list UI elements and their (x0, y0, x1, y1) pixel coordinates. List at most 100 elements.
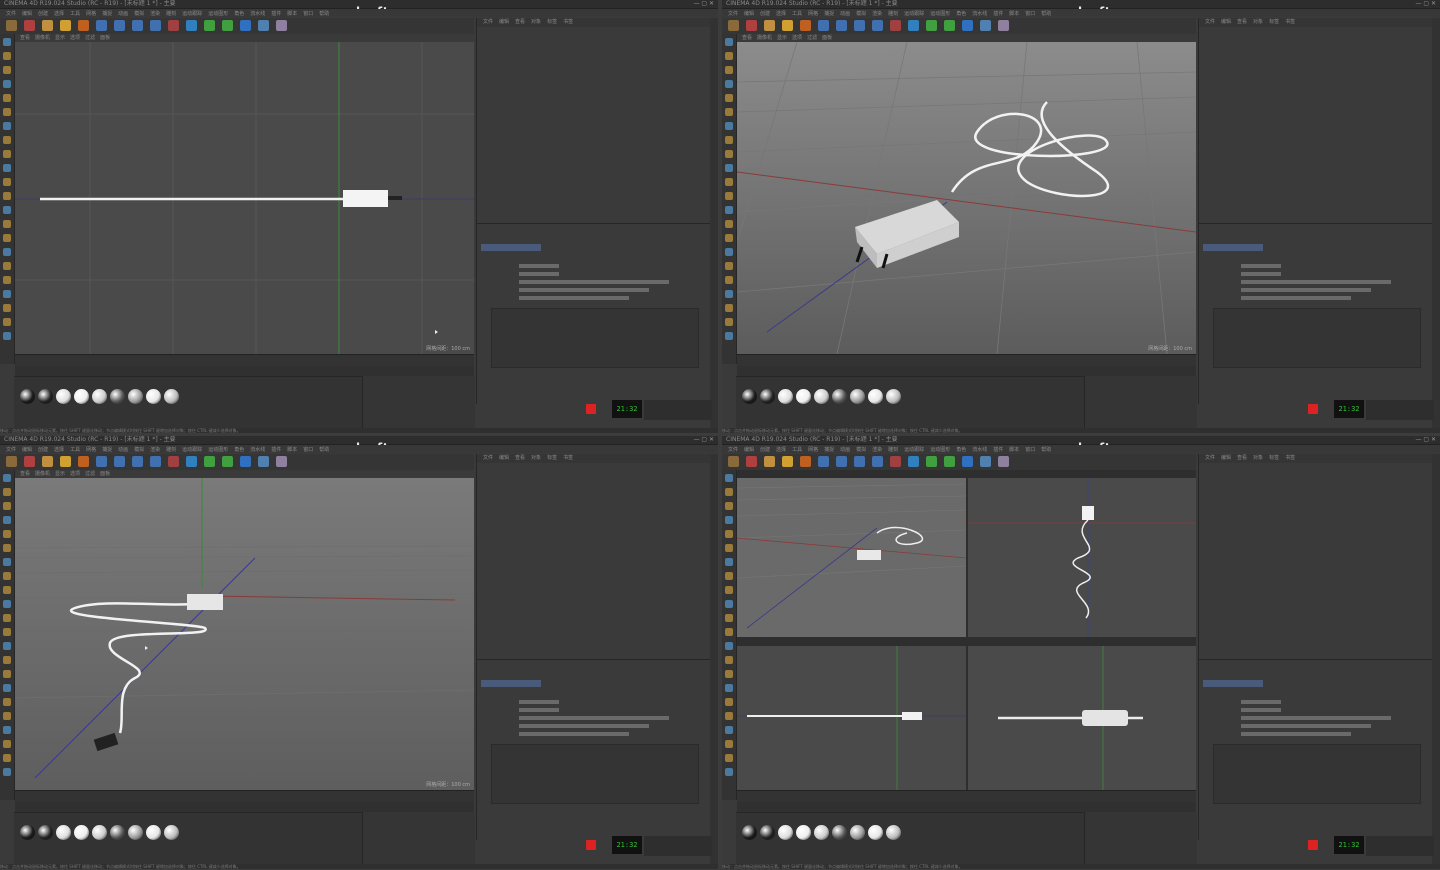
material-swatch[interactable] (796, 389, 811, 404)
toolbar-button[interactable] (800, 20, 811, 31)
tool-icon[interactable] (3, 670, 11, 678)
material-swatch[interactable] (164, 389, 179, 404)
viewport-right[interactable]: 网格间距：100 cm (15, 42, 474, 354)
menu-item[interactable]: 运动跟踪 (182, 10, 202, 18)
menu-item[interactable]: 网格 (808, 446, 818, 454)
tool-icon[interactable] (3, 220, 11, 228)
toolbar-button[interactable] (186, 456, 197, 467)
tool-icon[interactable] (725, 474, 733, 482)
tool-icon[interactable] (725, 600, 733, 608)
toolbar-button[interactable] (800, 456, 811, 467)
toolbar-button[interactable] (222, 456, 233, 467)
tool-icon[interactable] (725, 276, 733, 284)
attribute-slider[interactable] (519, 296, 629, 300)
menu-item[interactable]: 捕捉 (824, 446, 834, 454)
tool-icon[interactable] (725, 558, 733, 566)
toolbar-button[interactable] (836, 20, 847, 31)
material-swatch[interactable] (74, 825, 89, 840)
attribute-slider[interactable] (519, 280, 669, 284)
menu-item[interactable]: 网格 (86, 446, 96, 454)
tool-icon[interactable] (3, 558, 11, 566)
material-swatch[interactable] (164, 825, 179, 840)
toolbar-button[interactable] (78, 456, 89, 467)
menu-item[interactable]: 创建 (38, 10, 48, 18)
material-swatch[interactable] (38, 389, 53, 404)
viewport-menu-item[interactable]: 选项 (792, 35, 802, 41)
menu-item[interactable]: 流水线 (250, 446, 265, 454)
object-manager-menu-item[interactable]: 对象 (1253, 19, 1263, 25)
toolbar-button[interactable] (24, 20, 35, 31)
attribute-slider[interactable] (1241, 708, 1281, 712)
material-swatch[interactable] (850, 389, 865, 404)
tool-icon[interactable] (3, 586, 11, 594)
attribute-slider[interactable] (519, 732, 629, 736)
material-swatch[interactable] (92, 389, 107, 404)
tool-icon[interactable] (3, 80, 11, 88)
tool-icon[interactable] (725, 726, 733, 734)
tool-icon[interactable] (3, 38, 11, 46)
toolbar-button[interactable] (998, 20, 1009, 31)
material-swatch[interactable] (814, 825, 829, 840)
viewport-menu-item[interactable]: 面板 (100, 35, 110, 41)
menu-item[interactable]: 文件 (728, 10, 738, 18)
object-manager-menu-item[interactable]: 标签 (547, 455, 557, 461)
tool-icon[interactable] (3, 712, 11, 720)
record-button[interactable] (1308, 404, 1318, 414)
tool-icon[interactable] (3, 192, 11, 200)
menu-item[interactable]: 运动跟踪 (904, 10, 924, 18)
attribute-slider[interactable] (519, 700, 559, 704)
toolbar-button[interactable] (782, 456, 793, 467)
tool-icon[interactable] (3, 136, 11, 144)
tool-icon[interactable] (725, 290, 733, 298)
toolbar-button[interactable] (998, 456, 1009, 467)
tool-icon[interactable] (725, 192, 733, 200)
menu-item[interactable]: 动画 (118, 10, 128, 18)
viewport-menu-item[interactable]: 过滤 (85, 471, 95, 477)
object-manager-menu-item[interactable]: 书签 (1285, 455, 1295, 461)
attribute-tab[interactable] (1203, 244, 1263, 251)
menu-item[interactable]: 网格 (86, 10, 96, 18)
toolbar-button[interactable] (114, 20, 125, 31)
tool-icon[interactable] (725, 572, 733, 580)
menu-item[interactable]: 模拟 (856, 10, 866, 18)
object-manager-menu-item[interactable]: 标签 (1269, 19, 1279, 25)
menu-item[interactable]: 帮助 (319, 10, 329, 18)
material-swatch[interactable] (56, 825, 71, 840)
object-manager-menu-item[interactable]: 对象 (1253, 455, 1263, 461)
object-manager-menu-item[interactable]: 文件 (1205, 19, 1215, 25)
tool-icon[interactable] (3, 628, 11, 636)
viewport-menu-item[interactable]: 摄像机 (35, 35, 50, 41)
toolbar-button[interactable] (764, 456, 775, 467)
material-swatch[interactable] (796, 825, 811, 840)
tool-icon[interactable] (3, 234, 11, 242)
menu-item[interactable]: 编辑 (22, 10, 32, 18)
attribute-slider[interactable] (1241, 716, 1391, 720)
attribute-slider[interactable] (1241, 272, 1281, 276)
viewport-front[interactable] (968, 646, 1196, 790)
menu-item[interactable]: 动画 (840, 446, 850, 454)
material-swatch[interactable] (886, 389, 901, 404)
tool-icon[interactable] (725, 206, 733, 214)
attribute-tab[interactable] (481, 244, 541, 251)
toolbar-button[interactable] (872, 456, 883, 467)
toolbar-button[interactable] (908, 20, 919, 31)
attribute-slider[interactable] (1241, 288, 1371, 292)
viewport-menu-item[interactable]: 显示 (777, 35, 787, 41)
menu-item[interactable]: 脚本 (1009, 446, 1019, 454)
tool-icon[interactable] (3, 544, 11, 552)
toolbar-button[interactable] (78, 20, 89, 31)
tool-icon[interactable] (725, 656, 733, 664)
menu-item[interactable]: 选择 (54, 10, 64, 18)
toolbar-button[interactable] (240, 20, 251, 31)
viewport-menu-item[interactable]: 显示 (55, 35, 65, 41)
tool-icon[interactable] (725, 740, 733, 748)
menu-item[interactable]: 脚本 (287, 446, 297, 454)
toolbar-button[interactable] (258, 20, 269, 31)
tool-icon[interactable] (3, 768, 11, 776)
viewport-right-small[interactable] (737, 646, 966, 790)
menu-item[interactable]: 插件 (271, 446, 281, 454)
object-manager-menu-item[interactable]: 编辑 (1221, 455, 1231, 461)
attribute-tab[interactable] (481, 680, 541, 687)
toolbar-button[interactable] (728, 456, 739, 467)
toolbar-button[interactable] (926, 456, 937, 467)
